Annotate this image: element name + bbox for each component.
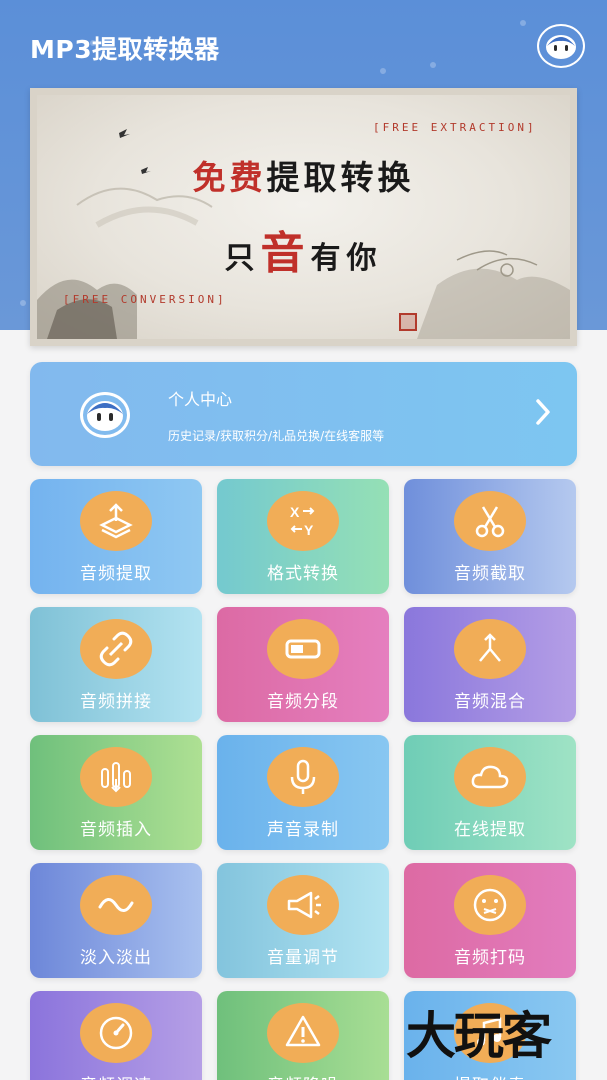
feature-tile[interactable]: 音频插入	[30, 735, 202, 850]
personal-center-card[interactable]: 个人中心 历史记录/获取积分/礼品兑换/在线客服等	[30, 362, 577, 466]
robot-icon	[546, 35, 576, 59]
feature-icon-badge	[267, 619, 339, 679]
feature-icon-badge	[267, 1003, 339, 1063]
feature-tile[interactable]: 声音录制	[217, 735, 389, 850]
feature-icon-badge	[454, 491, 526, 551]
feature-icon-badge	[267, 747, 339, 807]
robot-avatar-icon	[80, 392, 130, 438]
feature-tile-label: 声音录制	[267, 820, 339, 840]
merge-arrow-icon	[479, 633, 501, 662]
layers-upload-icon	[99, 503, 133, 539]
feature-tile[interactable]: 音频打码	[404, 863, 576, 978]
feature-tile-label: 在线提取	[454, 820, 526, 840]
feature-tile-label: 音量调节	[267, 948, 339, 968]
feature-tile-label: 音频打码	[454, 948, 526, 968]
app-title: MP3提取转换器	[30, 35, 220, 64]
feature-icon-badge	[80, 491, 152, 551]
feature-icon-badge	[454, 619, 526, 679]
seal-stamp	[399, 313, 417, 331]
feature-tile[interactable]: 音频分段	[217, 607, 389, 722]
feature-tile-label: 音频提取	[80, 564, 152, 584]
feature-icon-badge	[80, 619, 152, 679]
feature-tile[interactable]: 音频拼接	[30, 607, 202, 722]
feature-tile[interactable]: 音量调节	[217, 863, 389, 978]
feature-tile-label: 音频插入	[80, 820, 152, 840]
banner-tag-extraction: [FREE EXTRACTION]	[373, 121, 537, 134]
chevron-right-icon	[536, 399, 550, 425]
feature-tile[interactable]: 音频截取	[404, 479, 576, 594]
feature-tile-label: 音频混合	[454, 692, 526, 712]
scissors-icon	[475, 506, 505, 538]
svg-text:Y: Y	[304, 522, 314, 538]
banner-ink-painting: [FREE EXTRACTION] [FREE CONVERSION] 免费提取…	[37, 95, 570, 339]
link-icon	[99, 631, 133, 667]
feature-icon-badge	[80, 747, 152, 807]
feature-icon-badge: XY	[267, 491, 339, 551]
feature-tile[interactable]: 音频提取	[30, 479, 202, 594]
feature-tile-label: 音频调速	[30, 1071, 202, 1080]
feature-icon-badge	[80, 1003, 152, 1063]
feature-tile-label: 音频分段	[267, 692, 339, 712]
robot-avatar-button[interactable]	[537, 24, 585, 68]
feature-icon-badge	[267, 875, 339, 935]
promo-banner[interactable]: [FREE EXTRACTION] [FREE CONVERSION] 免费提取…	[30, 88, 577, 346]
banner-slogan: 只音有你	[37, 217, 570, 281]
equalizer-insert-icon	[101, 762, 131, 793]
speedometer-icon	[99, 1016, 133, 1050]
wave-icon	[98, 898, 134, 912]
personal-center-title: 个人中心	[168, 390, 233, 409]
watermark-logo: 大玩客	[406, 1007, 552, 1065]
svg-text:X: X	[290, 504, 300, 520]
banner-headline-rest: 提取转换	[266, 158, 415, 197]
banner-slogan-a: 只	[224, 241, 261, 276]
feature-tile[interactable]: 淡入淡出	[30, 863, 202, 978]
feature-tile-label: 淡入淡出	[80, 948, 152, 968]
feature-tile[interactable]: 音频混合	[404, 607, 576, 722]
xy-swap-icon: XY	[290, 504, 315, 538]
megaphone-icon	[287, 891, 321, 919]
feature-tile[interactable]: 音频调速	[30, 991, 202, 1080]
banner-headline: 免费提取转换	[37, 151, 570, 199]
personal-center-subtitle: 历史记录/获取积分/礼品兑换/在线客服等	[168, 429, 385, 443]
cloud-icon	[471, 765, 509, 789]
feature-icon-badge	[80, 875, 152, 935]
feature-tile-label: 音频截取	[454, 564, 526, 584]
battery-segment-icon	[285, 639, 321, 659]
feature-tile-label: 音频降噪	[217, 1071, 389, 1080]
feature-tile[interactable]: 在线提取	[404, 735, 576, 850]
warning-triangle-icon	[285, 1015, 321, 1047]
banner-slogan-b: 有你	[310, 241, 383, 276]
feature-icon-badge	[454, 747, 526, 807]
feature-tile[interactable]: 音频降噪	[217, 991, 389, 1080]
feature-tile-label: 提取伴奏	[404, 1071, 576, 1080]
feature-tile[interactable]: X Y 格式转换	[217, 479, 389, 594]
feature-icon-badge	[454, 875, 526, 935]
banner-slogan-big: 音	[260, 228, 311, 279]
microphone-icon	[290, 759, 316, 794]
muted-face-icon	[473, 888, 507, 922]
feature-tile-label: 音频拼接	[80, 692, 152, 712]
banner-headline-red: 免费	[192, 158, 267, 197]
feature-tile-label: 格式转换	[267, 564, 339, 584]
banner-tag-conversion: [FREE CONVERSION]	[63, 293, 227, 306]
